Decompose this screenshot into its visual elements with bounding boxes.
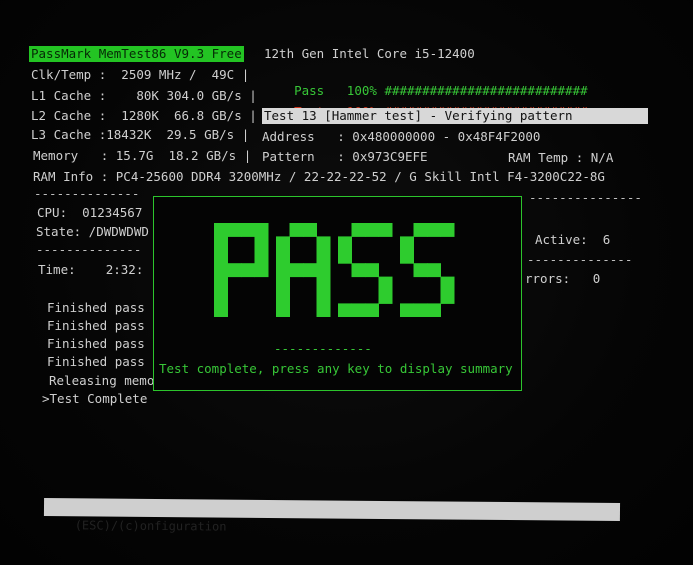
- l1-cache-row: L1 Cache : 80K 304.0 GB/s |: [31, 88, 257, 103]
- right-separator-2: --------------: [527, 252, 633, 267]
- active-count: Active: 6: [535, 232, 611, 247]
- config-hint: (ESC)/(c)onfiguration: [74, 518, 227, 534]
- dialog-separator: -------------: [274, 341, 372, 356]
- pass-dialog[interactable]: ------------- Test complete, press any k…: [153, 196, 522, 391]
- l3-cache-row: L3 Cache :18432K 29.5 GB/s |: [31, 127, 250, 142]
- pass-banner: [214, 223, 455, 317]
- log-line: >Test Complete: [42, 391, 148, 406]
- log-line: Releasing memo: [49, 373, 155, 388]
- log-line: Finished pass: [47, 300, 145, 315]
- cpu-state: State: /DWDWDWD: [36, 224, 149, 239]
- clk-temp-row: Clk/Temp : 2509 MHz / 49C |: [31, 67, 250, 82]
- test-progress: Test 100% ###########################: [264, 88, 588, 119]
- pass-progress: Pass 100% ###########################: [264, 67, 588, 98]
- pass-glyphs: [214, 223, 455, 317]
- log-line: Finished pass: [47, 318, 145, 333]
- elapsed-time: Time: 2:32:: [38, 262, 144, 277]
- app-title: PassMark MemTest86 V9.3 Free: [29, 46, 244, 62]
- ram-info-row: RAM Info : PC4-25600 DDR4 3200MHz / 22-2…: [33, 169, 605, 184]
- left-separator: --------------: [34, 186, 140, 201]
- current-test: Test 13 [Hammer test] - Verifying patter…: [262, 108, 648, 124]
- l2-cache-row: L2 Cache : 1280K 66.8 GB/s |: [31, 108, 257, 123]
- log-line: Finished pass: [47, 336, 145, 351]
- dialog-message: Test complete, press any key to display …: [159, 361, 513, 376]
- address-range: Address : 0x480000000 - 0x48F4F2000: [262, 129, 541, 144]
- left-separator-2: --------------: [36, 242, 142, 257]
- footer-bar[interactable]: (ESC)/(c)onfiguration: [43, 498, 621, 534]
- cpu-name: 12th Gen Intel Core i5-12400: [264, 46, 475, 61]
- ram-temp: RAM Temp : N/A: [508, 150, 614, 165]
- memtest-screen: PassMark MemTest86 V9.3 Free 12th Gen In…: [0, 0, 693, 565]
- memory-row: Memory : 15.7G 18.2 GB/s |: [33, 148, 252, 163]
- error-count: rrors: 0: [525, 271, 601, 286]
- right-separator: ---------------: [529, 190, 642, 205]
- cpu-status: CPU: 01234567: [37, 205, 143, 220]
- test-pattern: Pattern : 0x973C9EFE: [262, 149, 428, 164]
- log-line: Finished pass: [47, 354, 145, 369]
